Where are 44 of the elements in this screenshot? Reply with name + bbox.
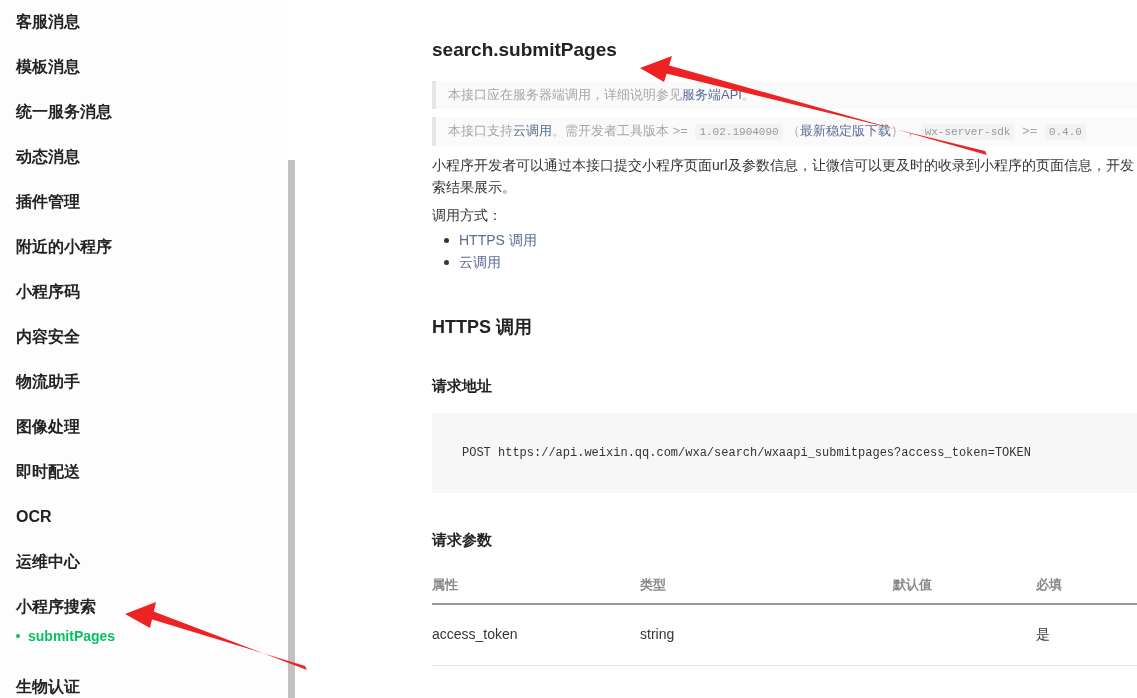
bullet-icon [16, 634, 20, 638]
inline-code: 1.02.1904090 [695, 123, 783, 140]
bullet-icon [444, 260, 449, 265]
description-text: 索结果展示。 [432, 177, 517, 197]
sidebar-item[interactable]: 插件管理 [16, 188, 80, 216]
inline-code: wx-server-sdk [920, 123, 1015, 140]
table-cell: access_token [432, 626, 518, 643]
doc-link[interactable]: 云调用 [513, 122, 552, 138]
column-header: 类型 [640, 567, 893, 604]
sidebar-item[interactable]: 生物认证 [16, 673, 80, 698]
column-header: 默认值 [893, 567, 1036, 604]
method-link[interactable]: 云调用 [459, 252, 501, 273]
table-cell: 是 [1036, 626, 1050, 643]
column-header: 必填 [1036, 567, 1137, 604]
sidebar-item[interactable]: 内容安全 [16, 323, 80, 351]
doc-link[interactable]: 服务端API [682, 86, 742, 102]
note-text: 本接口支持云调用。需开发者工具版本 >= 1.02.1904090 （最新稳定版下载）， wx-server-sdk >= 0.4.0 [448, 120, 1137, 142]
sidebar-item[interactable]: 动态消息 [16, 143, 80, 171]
sidebar-item[interactable]: OCR [16, 503, 52, 531]
sidebar-item[interactable]: 物流助手 [16, 368, 80, 396]
bullet-icon [444, 238, 449, 243]
code-block: POST https://api.weixin.qq.com/wxa/search/wxaapi_submitpages?access_token=TOKEN [432, 413, 1137, 493]
inline-code: 0.4.0 [1044, 123, 1086, 140]
page-title: search.submitPages [432, 38, 618, 62]
sidebar-item[interactable]: 即时配送 [16, 458, 80, 486]
note-text: 本接口应在服务器端调用，详细说明参见服务端API。 [448, 85, 756, 104]
sidebar-item[interactable]: 图像处理 [16, 413, 80, 441]
sidebar-item[interactable]: 小程序码 [16, 278, 80, 306]
call-label: 调用方式： [432, 205, 503, 225]
scrollbar-thumb[interactable] [288, 160, 295, 698]
subsection-title: 请求地址 [432, 375, 493, 396]
doc-link[interactable]: 最新稳定版下载 [799, 122, 891, 138]
section-title: HTTPS 调用 [432, 315, 533, 339]
sidebar-item[interactable]: 统一服务消息 [16, 98, 112, 126]
subsection-title: 请求参数 [432, 530, 493, 550]
sidebar-item[interactable]: 运维中心 [16, 548, 80, 576]
column-header: 属性 [432, 567, 640, 604]
sidebar-item[interactable]: 附近的小程序 [16, 233, 112, 261]
description-text: 小程序开发者可以通过本接口提交小程序页面url及参数信息，让微信可以更及时的收录到小程序的页面信息，开发 [432, 155, 1135, 175]
sidebar-item[interactable]: 小程序搜索 [16, 593, 96, 621]
method-link[interactable]: HTTPS 调用 [459, 230, 537, 251]
sidebar-item[interactable]: 模板消息 [16, 53, 80, 81]
sidebar-item[interactable]: 客服消息 [16, 8, 80, 36]
table-cell: string [640, 626, 675, 643]
